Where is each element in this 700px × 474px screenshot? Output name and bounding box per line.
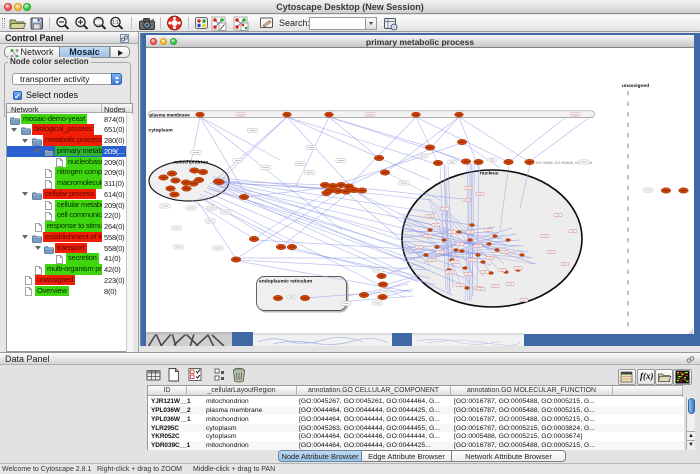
svg-text:endoplasmic reticulum: endoplasmic reticulum [259, 279, 313, 285]
svg-text:1:1: 1:1 [112, 20, 119, 26]
svg-text:cytoplasm: cytoplasm [149, 128, 174, 134]
svg-text:unassigned: unassigned [622, 83, 649, 89]
svg-text:mitochondrion: mitochondrion [174, 160, 208, 166]
svg-text:plasma membrane: plasma membrane [150, 112, 191, 117]
svg-text:nucleus: nucleus [480, 171, 499, 177]
